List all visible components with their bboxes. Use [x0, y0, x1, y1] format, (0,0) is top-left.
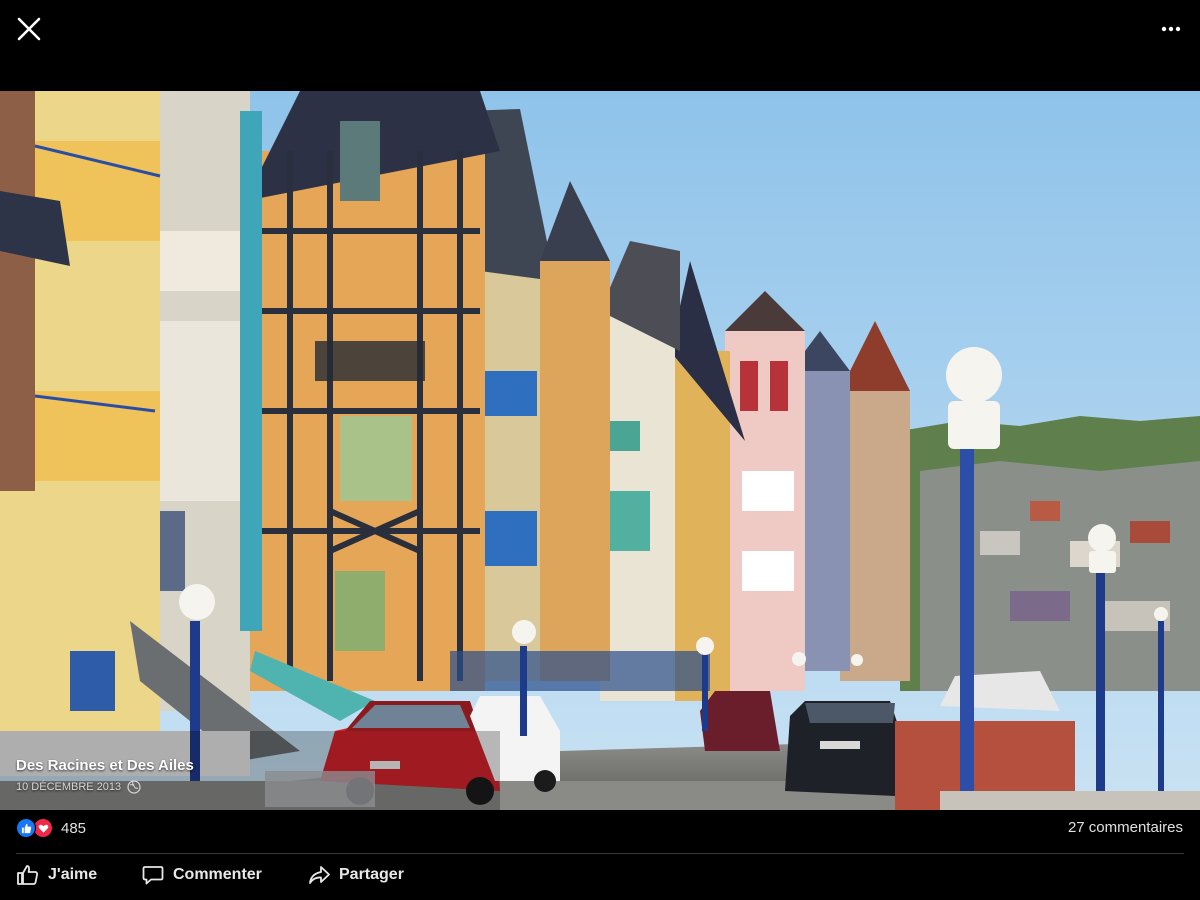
share-label: Partager — [339, 866, 404, 883]
post-date[interactable]: 10 DÉCEMBRE 2013 — [16, 781, 121, 793]
post-author[interactable]: Des Racines et Des Ailes — [16, 757, 194, 774]
comments-count-link[interactable]: 27 commentaires — [1068, 819, 1183, 836]
like-reaction-icon — [16, 818, 36, 838]
more-options-button[interactable] — [1156, 14, 1186, 44]
share-button[interactable]: Partager — [307, 863, 404, 887]
post-caption: Des Racines et Des Ailes 10 DÉCEMBRE 201… — [16, 757, 194, 794]
like-label: J'aime — [48, 866, 98, 883]
street-scene-image — [0, 91, 1200, 810]
globe-icon — [127, 780, 141, 794]
reactions-summary[interactable]: 485 — [16, 818, 86, 838]
actions-divider — [16, 853, 1184, 854]
share-icon — [309, 866, 330, 884]
thumbs-up-icon — [17, 865, 38, 885]
reaction-count: 485 — [61, 819, 87, 837]
like-button[interactable]: J'aime — [16, 863, 97, 887]
post-actions: J'aime Commenter Partager — [0, 855, 1200, 900]
close-button[interactable] — [14, 14, 44, 44]
post-photo[interactable] — [0, 91, 1200, 810]
comment-icon — [142, 866, 164, 885]
post-date-row: 10 DÉCEMBRE 2013 — [16, 780, 194, 794]
top-bar — [0, 0, 1200, 90]
post-stats: 485 27 commentaires — [0, 810, 1200, 852]
more-icon — [1161, 26, 1181, 32]
close-icon — [17, 17, 41, 41]
love-reaction-icon — [33, 818, 53, 838]
comment-button[interactable]: Commenter — [141, 863, 262, 887]
comment-label: Commenter — [173, 866, 262, 883]
